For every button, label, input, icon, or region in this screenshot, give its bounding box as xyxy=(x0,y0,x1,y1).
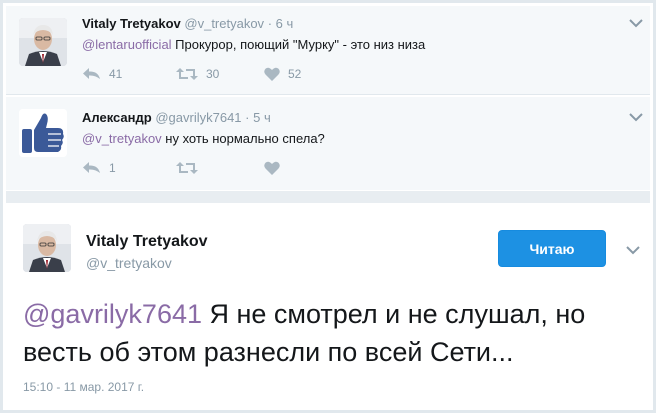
tweet-thread-frame: Vitaly Tretyakov @v_tretyakov · 6 ч @len… xyxy=(0,0,656,413)
reply-count: 41 xyxy=(109,67,123,81)
tweet-body: Прокурор, поющий "Мурку" - это низ низа xyxy=(171,37,426,52)
heart-icon xyxy=(264,67,280,81)
retweet-action[interactable]: 30 xyxy=(176,67,219,81)
heart-icon xyxy=(264,161,280,175)
avatar[interactable] xyxy=(23,224,71,272)
retweet-action[interactable] xyxy=(176,161,198,175)
reply-action[interactable]: 1 xyxy=(82,161,116,175)
author-handle[interactable]: @v_tretyakov xyxy=(86,255,172,271)
author-handle[interactable]: @gavrilyk7641 xyxy=(155,110,241,125)
reply-tweet[interactable]: Александр @gavrilyk7641 · 5 ч @v_tretyak… xyxy=(6,97,650,190)
like-action[interactable] xyxy=(264,161,280,175)
tweet-text: @lentaruofficial Прокурор, поющий "Мурку… xyxy=(82,37,425,52)
avatar[interactable] xyxy=(19,109,67,157)
reply-icon xyxy=(83,162,100,173)
mention-link[interactable]: @gavrilyk7641 xyxy=(23,299,202,329)
tweet-body: ну хоть нормально спела? xyxy=(161,131,325,146)
chevron-down-icon[interactable] xyxy=(628,112,644,122)
author-name[interactable]: Vitaly Tretyakov xyxy=(82,16,181,31)
tweet-text: @gavrilyk7641 Я не смотрел и не слушал, … xyxy=(23,295,633,371)
tweet-actions: 1 xyxy=(82,161,382,181)
profile-photo-icon xyxy=(19,18,67,66)
retweet-icon xyxy=(176,162,198,174)
tweet-header: Vitaly Tretyakov @v_tretyakov · 6 ч xyxy=(82,16,293,31)
following-button[interactable]: Читаю xyxy=(498,230,606,267)
reply-icon xyxy=(83,68,100,79)
retweet-count: 30 xyxy=(206,67,220,81)
tweet-timestamp[interactable]: 15:10 - 11 мар. 2017 г. xyxy=(23,380,144,394)
tweet-header: Александр @gavrilyk7641 · 5 ч xyxy=(82,110,271,125)
author-name[interactable]: Vitaly Tretyakov xyxy=(86,233,208,251)
divider xyxy=(6,94,650,95)
author-handle[interactable]: @v_tretyakov xyxy=(184,16,264,31)
profile-photo-icon xyxy=(23,224,71,272)
tweet-actions: 41 30 52 xyxy=(82,67,382,87)
chevron-down-icon[interactable] xyxy=(625,245,641,255)
tweet-time[interactable]: · 5 ч xyxy=(245,110,271,125)
chevron-down-icon[interactable] xyxy=(628,18,644,28)
tweet-time[interactable]: · 6 ч xyxy=(268,16,294,31)
main-tweet: Vitaly Tretyakov @v_tretyakov Читаю @gav… xyxy=(6,205,650,407)
reply-action[interactable]: 41 xyxy=(82,67,122,81)
reply-tweet[interactable]: Vitaly Tretyakov @v_tretyakov · 6 ч @len… xyxy=(6,6,650,94)
like-count: 52 xyxy=(288,67,302,81)
thumbs-up-avatar-icon xyxy=(19,109,67,157)
retweet-icon xyxy=(176,68,198,80)
author-name[interactable]: Александр xyxy=(82,110,152,125)
reply-count: 1 xyxy=(109,161,116,175)
thread-gap xyxy=(6,191,650,203)
like-action[interactable]: 52 xyxy=(264,67,301,81)
tweet-text: @v_tretyakov ну хоть нормально спела? xyxy=(82,131,325,146)
avatar[interactable] xyxy=(19,18,67,66)
mention-link[interactable]: @lentaruofficial xyxy=(82,37,172,52)
mention-link[interactable]: @v_tretyakov xyxy=(82,131,162,146)
